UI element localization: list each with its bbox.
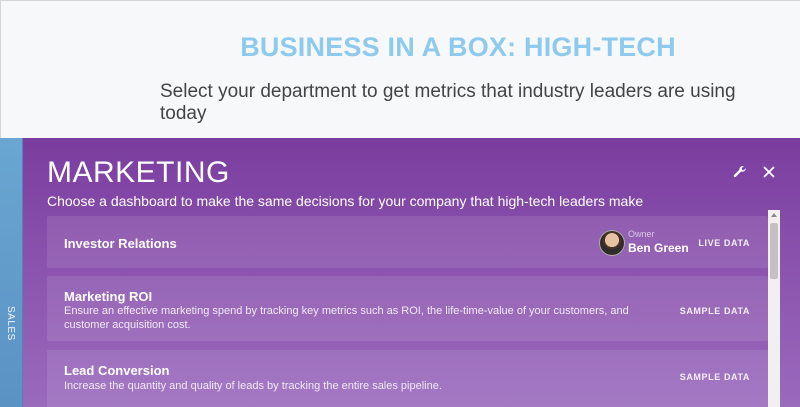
- left-border: [0, 0, 1, 140]
- scroll-up-arrow-icon[interactable]: [771, 213, 777, 217]
- data-tag: SAMPLE DATA: [679, 306, 750, 316]
- panel-title: MARKETING: [47, 156, 230, 189]
- owner-label: Owner: [628, 229, 655, 239]
- department-panel: MARKETING Choose a dashboard to make the…: [23, 138, 800, 407]
- dashboard-title: Investor Relations: [64, 236, 177, 251]
- dashboard-description: Ensure an effective marketing spend by t…: [64, 305, 629, 331]
- dashboard-card-investor-relations[interactable]: Investor Relations Owner Ben Green LIVE …: [47, 216, 768, 268]
- close-icon[interactable]: [759, 162, 779, 182]
- scrollbar[interactable]: [768, 210, 780, 407]
- wrench-icon[interactable]: [730, 162, 750, 182]
- page-title: BUSINESS IN A BOX: HIGH-TECH: [240, 32, 676, 62]
- side-tab-sales[interactable]: SALES: [0, 138, 23, 407]
- owner-name: Ben Green: [628, 241, 689, 255]
- dashboard-description: Increase the quantity and quality of lea…: [64, 380, 442, 392]
- dashboard-card-marketing-roi[interactable]: Marketing ROI Ensure an effective market…: [47, 276, 768, 341]
- scroll-thumb[interactable]: [770, 223, 778, 279]
- data-tag: SAMPLE DATA: [679, 372, 750, 382]
- page-subtitle: Select your department to get metrics th…: [160, 81, 736, 124]
- dashboard-title: Lead Conversion: [64, 363, 170, 378]
- dashboard-title: Marketing ROI: [64, 289, 153, 304]
- panel-subtitle: Choose a dashboard to make the same deci…: [47, 193, 644, 209]
- page-header: BUSINESS IN A BOX: HIGH-TECH Select your…: [0, 32, 800, 124]
- data-tag: LIVE DATA: [698, 238, 750, 248]
- dashboard-card-lead-conversion[interactable]: Lead Conversion Increase the quantity an…: [47, 350, 768, 407]
- side-tab-label: SALES: [5, 306, 16, 341]
- owner-avatar: [599, 230, 625, 256]
- dashboard-list: Investor Relations Owner Ben Green LIVE …: [47, 216, 768, 407]
- top-border: [0, 0, 800, 1]
